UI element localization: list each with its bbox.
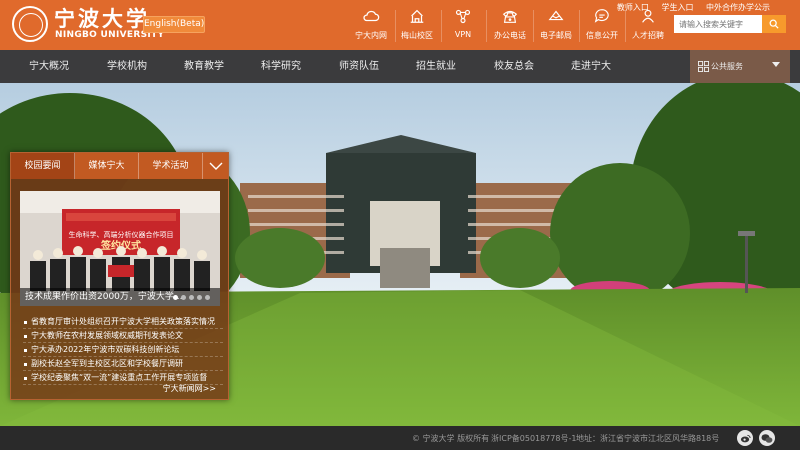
teacher-entry-link[interactable]: 教师入口 [617, 3, 649, 12]
news-slide[interactable]: 生命科学、高端分析仪器合作项目 签约仪式 技术成果作价出资2000万，宁波大学.… [20, 191, 220, 306]
news-list: 省教育厅审计处组织召开宁波大学相关政策落实情况 宁大教师在农村发展领域权威期刊发… [23, 315, 223, 385]
quick-link-label: 电子邮局 [540, 31, 572, 40]
news-tabs: 校园要闻 媒体宁大 学术活动 [11, 153, 228, 179]
student-entry-link[interactable]: 学生入口 [661, 3, 693, 12]
quick-link-label: 宁大内网 [355, 31, 387, 40]
slide-dot[interactable] [173, 295, 178, 300]
divider [486, 10, 487, 42]
list-item[interactable]: 省教育厅审计处组织召开宁波大学相关政策落实情况 [23, 315, 223, 329]
quick-link-phone[interactable]: 办公电话 [493, 7, 527, 45]
nav-item-organization[interactable]: 学校机构 [107, 50, 147, 83]
divider [441, 10, 442, 42]
chevron-down-icon [209, 162, 223, 170]
vpn-network-icon [448, 7, 478, 27]
quick-link-label: 办公电话 [494, 31, 526, 40]
nav-item-research[interactable]: 科学研究 [261, 50, 301, 83]
icp-license-link[interactable]: 浙ICP备05018778号-1 [491, 433, 576, 444]
nav-item-overview[interactable]: 宁大概况 [29, 50, 69, 83]
news-panel: 校园要闻 媒体宁大 学术活动 生命科学、高端分析仪器合作项目 签约仪式 [10, 152, 229, 400]
list-item[interactable]: 宁大教师在农村发展领域权威期刊发表论文 [23, 329, 223, 343]
slide-dot[interactable] [189, 295, 194, 300]
slide-dot[interactable] [181, 295, 186, 300]
search-button[interactable] [762, 15, 786, 33]
tabs-expand-button[interactable] [204, 153, 228, 179]
slide-pagination [173, 295, 210, 300]
public-service-label: 公共服务 [711, 62, 743, 71]
address-text: 地址：浙江省宁波市江北区风华路818号 [576, 434, 720, 443]
quick-link-label: VPN [454, 30, 472, 39]
weibo-icon[interactable] [737, 430, 753, 446]
nav-item-about[interactable]: 走进宁大 [571, 50, 611, 83]
english-version-button[interactable]: English(Beta) [143, 16, 205, 33]
top-links: 教师入口 学生入口 中外合作办学公示 [607, 2, 770, 13]
mail-icon [539, 7, 573, 27]
tab-campus-news[interactable]: 校园要闻 [11, 153, 75, 179]
quick-link-label: 信息公开 [586, 31, 618, 40]
quick-link-intranet[interactable]: 宁大内网 [355, 7, 387, 45]
phone-icon [493, 7, 527, 27]
divider [579, 10, 580, 42]
public-service-dropdown[interactable]: 公共服务 [690, 50, 790, 83]
slide-dot[interactable] [197, 295, 202, 300]
nav-item-admissions[interactable]: 招生就业 [416, 50, 456, 83]
quick-link-vpn[interactable]: VPN [448, 7, 478, 45]
divider [625, 10, 626, 42]
list-item[interactable]: 宁大承办2022年宁波市双碳科技创新论坛 [23, 343, 223, 357]
university-seal-logo[interactable] [12, 6, 48, 42]
chevron-down-icon [772, 62, 780, 67]
sino-foreign-program-link[interactable]: 中外合作办学公示 [706, 3, 770, 12]
search-box [674, 15, 786, 33]
nav-item-faculty[interactable]: 师资队伍 [339, 50, 379, 83]
banner-subtitle: 生命科学、高端分析仪器合作项目 [69, 230, 174, 239]
list-item[interactable]: 副校长赵全军到主校区北区和学校餐厅调研 [23, 357, 223, 371]
wechat-icon[interactable] [759, 430, 775, 446]
search-icon [769, 19, 779, 29]
divider [395, 10, 396, 42]
quick-link-label: 梅山校区 [401, 31, 433, 40]
quick-link-email[interactable]: 电子邮局 [539, 7, 573, 45]
header-bar: 宁波大学 NINGBO UNIVERSITY English(Beta) 宁大内… [0, 0, 800, 50]
tab-academic-events[interactable]: 学术活动 [139, 153, 203, 179]
copyright-text: © 宁波大学 版权所有 [412, 434, 490, 443]
nav-item-alumni[interactable]: 校友总会 [494, 50, 534, 83]
news-more-link[interactable]: 宁大新闻网>> [163, 383, 216, 394]
logo-chinese-name[interactable]: 宁波大学 [54, 3, 150, 33]
main-nav: 宁大概况 学校机构 教育教学 科学研究 师资队伍 招生就业 校友总会 走进宁大 [0, 50, 800, 83]
search-input[interactable] [674, 15, 762, 33]
cloud-icon [355, 7, 387, 27]
campus-building-icon [400, 7, 434, 27]
quick-link-meishan[interactable]: 梅山校区 [400, 7, 434, 45]
nav-item-education[interactable]: 教育教学 [184, 50, 224, 83]
quick-link-label: 人才招聘 [632, 31, 664, 40]
tab-media[interactable]: 媒体宁大 [75, 153, 139, 179]
grid-icon [698, 61, 709, 72]
footer: © 宁波大学 版权所有 浙ICP备05018778号-1 地址：浙江省宁波市江北… [0, 426, 800, 450]
divider [533, 10, 534, 42]
slide-dot[interactable] [205, 295, 210, 300]
